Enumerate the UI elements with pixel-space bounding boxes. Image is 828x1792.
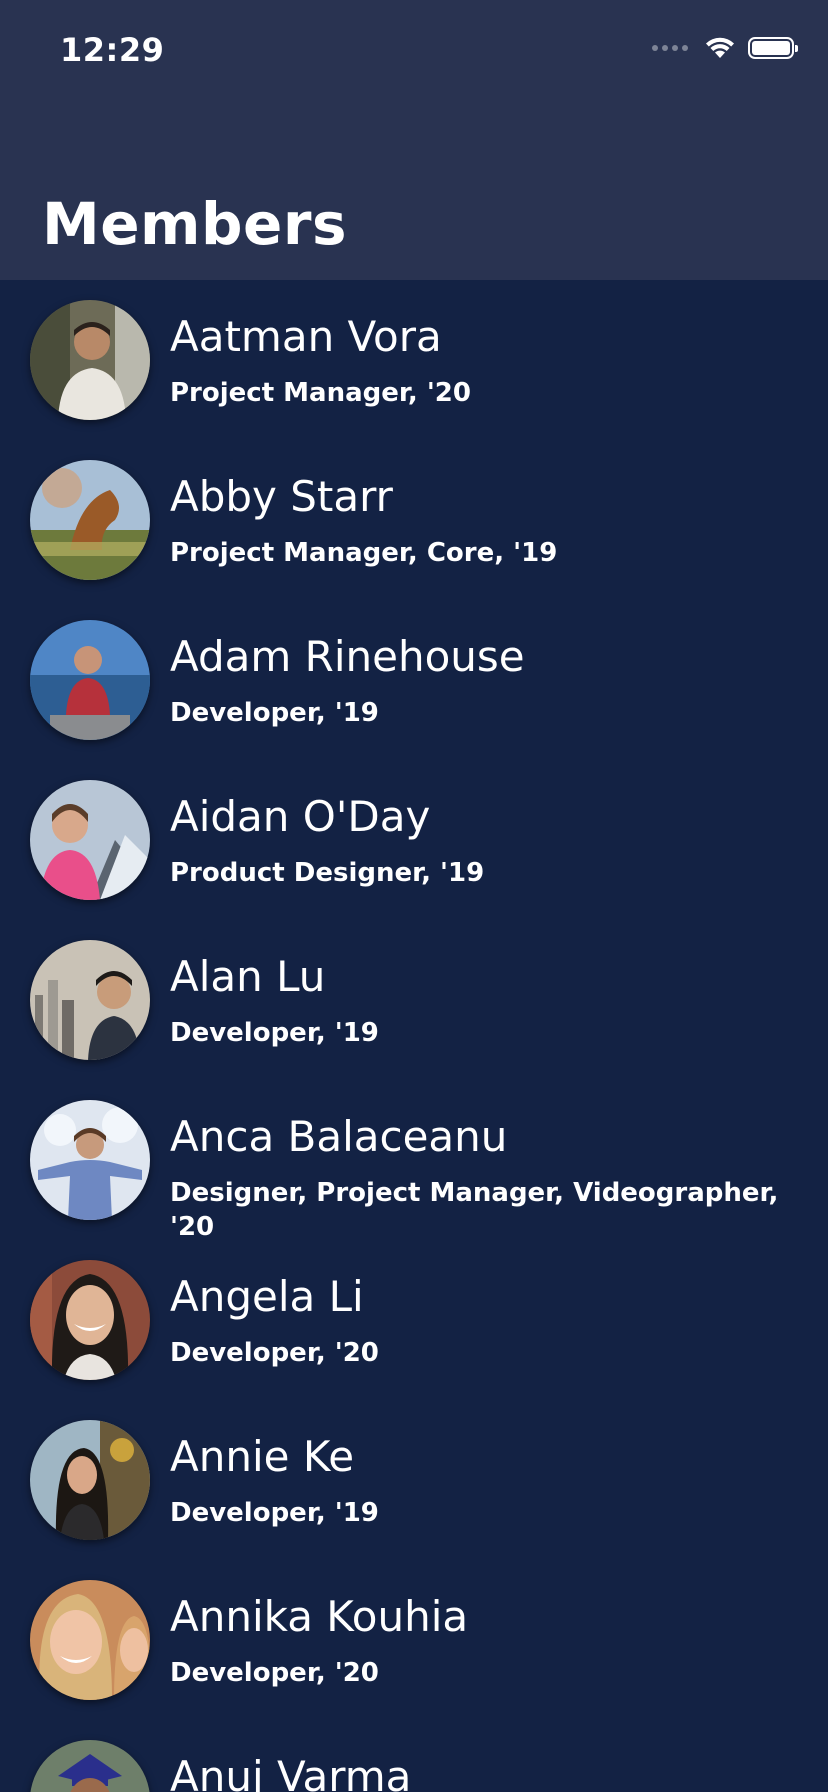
avatar (30, 780, 150, 900)
member-name: Aatman Vora (170, 312, 442, 361)
battery-icon (748, 37, 798, 59)
avatar (30, 1740, 150, 1792)
member-name: Anuj Varma (170, 1752, 412, 1792)
member-role: Project Manager, '20 (170, 378, 471, 408)
avatar (30, 1100, 150, 1220)
wifi-icon (706, 37, 734, 58)
member-name: Aidan O'Day (170, 792, 431, 841)
members-screen: 12:29 Members Aatman Vora Project Manage… (0, 0, 828, 1792)
member-role: Designer, Project Manager, Videographer,… (170, 1178, 779, 1242)
member-name: Angela Li (170, 1272, 364, 1321)
avatar (30, 1420, 150, 1540)
status-time: 12:29 (60, 31, 165, 69)
member-name: Annika Kouhia (170, 1592, 469, 1641)
member-role: Developer, '19 (170, 698, 379, 728)
avatar (30, 1580, 150, 1700)
member-role: Developer, '20 (170, 1658, 379, 1688)
member-role: Developer, '19 (170, 1018, 379, 1048)
member-name: Abby Starr (170, 472, 393, 521)
cellular-signal-icon (652, 45, 688, 51)
status-icons (652, 36, 798, 60)
avatar (30, 620, 150, 740)
member-role: Product Designer, '19 (170, 858, 485, 888)
member-role: Developer, '19 (170, 1498, 379, 1528)
member-name: Adam Rinehouse (170, 632, 525, 681)
avatar (30, 1260, 150, 1380)
member-name: Anca Balaceanu (170, 1112, 508, 1161)
navigation-bar: 12:29 Members (0, 0, 828, 280)
member-role: Developer, '20 (170, 1338, 379, 1368)
member-name: Alan Lu (170, 952, 326, 1001)
avatar (30, 300, 150, 420)
avatar (30, 940, 150, 1060)
member-role: Project Manager, Core, '19 (170, 538, 558, 568)
member-name: Annie Ke (170, 1432, 355, 1481)
avatar (30, 460, 150, 580)
page-title: Members (42, 190, 347, 258)
